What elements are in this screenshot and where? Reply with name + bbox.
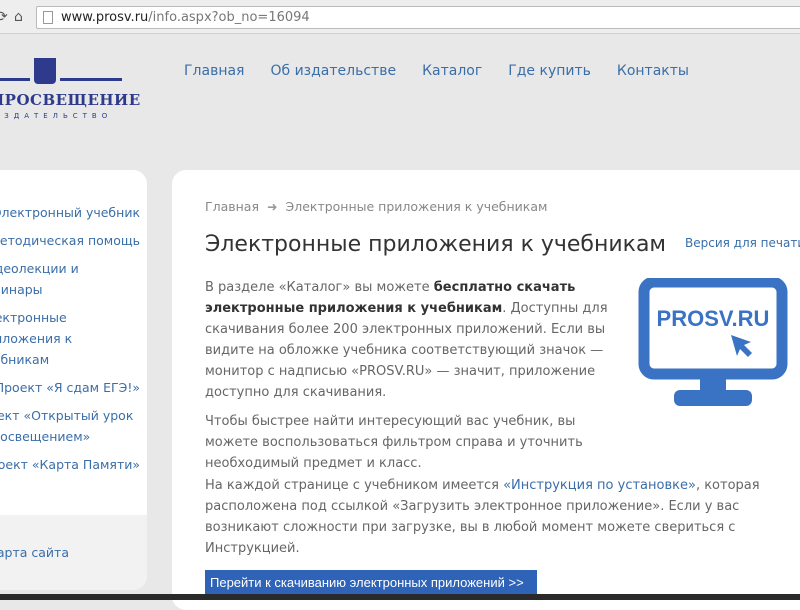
nav-about[interactable]: Об издательстве <box>270 63 396 79</box>
monitor-label: PROSV.RU <box>657 306 770 331</box>
nav-home[interactable]: Главная <box>184 63 244 79</box>
sidebar-item[interactable]: Проект «Карта Памяти» <box>0 454 140 475</box>
sidebar: Электронный учебник Методическая помощь … <box>0 170 147 590</box>
nav-contacts[interactable]: Контакты <box>617 63 689 79</box>
logo-shield-icon <box>34 58 56 84</box>
breadcrumb-current: Электронные приложения к учебникам <box>285 199 548 214</box>
logo-sub: ИЗДАТЕЛЬСТВО <box>0 112 113 120</box>
content-card: Главная ➜ Электронные приложения к учебник… <box>172 170 800 610</box>
page-title: Электронные приложения к учебникам <box>205 232 667 257</box>
cursor-icon <box>731 335 752 357</box>
sitemap-link[interactable]: Карта сайта <box>0 515 147 590</box>
print-version-link[interactable]: Версия для печати <box>685 236 800 250</box>
go-to-downloads-button[interactable]: Перейти к скачиванию электронных приложе… <box>205 570 537 596</box>
sidebar-item[interactable]: Электронные приложения к учебникам <box>0 307 88 370</box>
reload-icon[interactable]: ⟳ <box>0 9 8 25</box>
sidebar-item[interactable]: Видеолекции и вебинары <box>0 258 128 300</box>
logo-line <box>0 78 30 81</box>
address-bar[interactable]: www.prosv.ru/info.aspx?ob_no=16094 <box>36 6 800 29</box>
breadcrumb: Главная ➜ Электронные приложения к учебник… <box>205 199 547 214</box>
taskbar <box>0 594 800 600</box>
monitor-icon: PROSV.RU <box>638 278 788 406</box>
nav-where-to-buy[interactable]: Где купить <box>508 63 591 79</box>
main-nav: Главная Об издательстве Каталог Где купи… <box>184 63 689 79</box>
sidebar-item[interactable]: Проект «Открытый урок с Просвещением» <box>0 405 142 447</box>
browser-toolbar: ⟳ ⌂ www.prosv.ru/info.aspx?ob_no=16094 <box>0 0 800 34</box>
install-instruction-link[interactable]: «Инструкция по установке» <box>503 478 696 493</box>
logo-line <box>60 78 122 81</box>
instruction-text: На каждой странице с учебником имеется «… <box>205 478 760 556</box>
intro-text: В разделе «Каталог» вы можете бесплатно … <box>205 280 608 471</box>
logo[interactable]: ПРОСВЕЩЕНИЕ ИЗДАТЕЛЬСТВО <box>0 58 140 128</box>
page-icon <box>43 11 53 24</box>
home-icon[interactable]: ⌂ <box>14 9 23 25</box>
arrow-right-icon: ➜ <box>267 199 278 214</box>
sidebar-item[interactable]: Электронный учебник <box>0 202 140 223</box>
nav-catalog[interactable]: Каталог <box>422 63 482 79</box>
sidebar-item[interactable]: Методическая помощь <box>0 230 140 251</box>
sidebar-item[interactable]: Проект «Я сдам ЕГЭ!» <box>0 377 140 398</box>
logo-name: ПРОСВЕЩЕНИЕ <box>0 91 141 109</box>
breadcrumb-home[interactable]: Главная <box>205 199 259 214</box>
